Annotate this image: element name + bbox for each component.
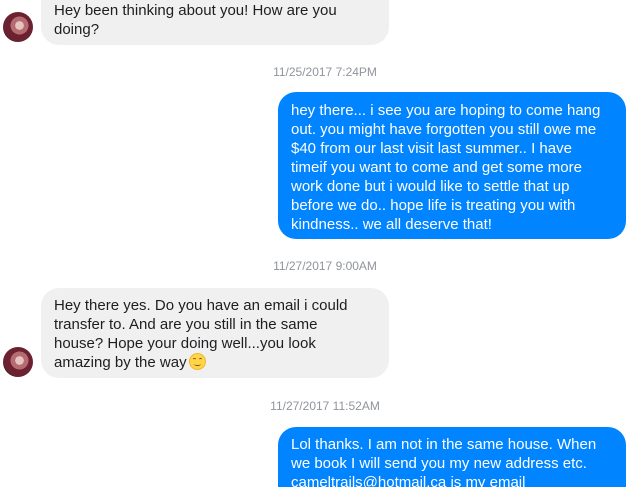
contact-avatar[interactable] <box>3 12 33 42</box>
contact-avatar[interactable] <box>3 347 33 377</box>
message-thread: Hey been thinking about you! How are you… <box>0 0 637 487</box>
timestamp: 11/27/2017 9:00AM <box>273 259 377 273</box>
smiling-face-icon <box>188 353 206 370</box>
timestamp: 11/27/2017 11:52AM <box>270 399 380 413</box>
outgoing-message[interactable]: Lol thanks. I am not in the same house. … <box>278 427 626 487</box>
outgoing-message[interactable]: hey there... i see you are hoping to com… <box>278 92 626 239</box>
message-text: hey there... i see you are hoping to com… <box>291 102 601 233</box>
message-text: Hey been thinking about you! How are you… <box>54 2 337 38</box>
incoming-message[interactable]: Hey there yes. Do you have an email i co… <box>41 288 389 378</box>
message-text: Lol thanks. I am not in the same house. … <box>291 436 597 487</box>
timestamp: 11/25/2017 7:24PM <box>273 65 377 79</box>
incoming-message[interactable]: Hey been thinking about you! How are you… <box>41 0 389 45</box>
